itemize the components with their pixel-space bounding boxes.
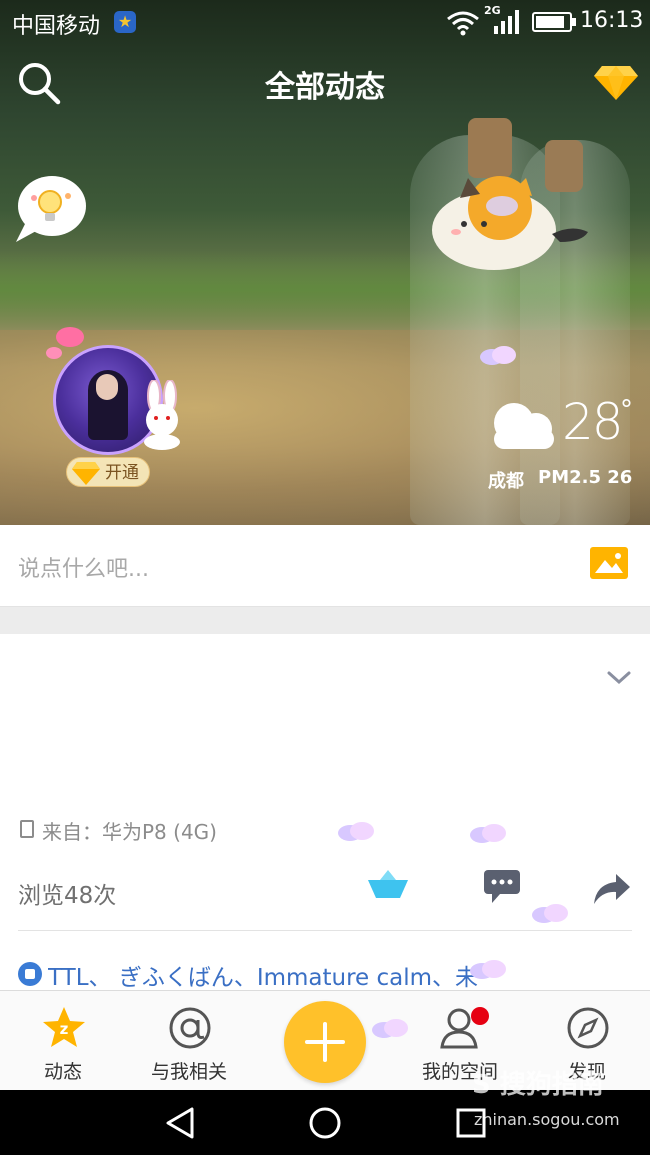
svg-text:z: z bbox=[60, 1020, 69, 1038]
tab-mentions[interactable]: 与我相关 bbox=[134, 991, 244, 1091]
paper-boat-icon[interactable] bbox=[366, 870, 410, 900]
liked-by-list[interactable]: TTL、 ぎふくばん、Immature calm、未 bbox=[48, 958, 638, 992]
at-sign-icon bbox=[169, 1007, 211, 1049]
battery-icon bbox=[532, 12, 576, 32]
diamond-icon bbox=[72, 462, 100, 485]
photo-button[interactable] bbox=[590, 547, 628, 579]
cloud-icon bbox=[494, 403, 554, 449]
cloud-particle-icon bbox=[470, 960, 506, 979]
tab-label: 与我相关 bbox=[150, 1061, 227, 1083]
section-divider bbox=[0, 607, 650, 634]
clock: 16:13 bbox=[580, 8, 644, 33]
home-icon[interactable] bbox=[308, 1106, 342, 1140]
plus-icon bbox=[305, 1022, 345, 1062]
page-title: 全部动态 bbox=[265, 70, 385, 105]
share-button[interactable] bbox=[592, 872, 632, 906]
divider bbox=[18, 930, 632, 931]
cloud-particle-icon bbox=[480, 346, 516, 365]
tab-feed[interactable]: z 动态 bbox=[8, 991, 118, 1091]
cat-sticker-icon[interactable] bbox=[432, 172, 592, 272]
open-vip-button[interactable]: 开通 bbox=[66, 457, 150, 487]
wifi-icon bbox=[447, 11, 479, 36]
compass-icon bbox=[567, 1007, 609, 1049]
share-arrow-icon bbox=[594, 874, 630, 904]
image-icon bbox=[590, 547, 628, 579]
comment-button[interactable] bbox=[484, 870, 520, 904]
cloud-particle-icon bbox=[338, 822, 374, 841]
notification-dot bbox=[471, 1007, 489, 1025]
temperature: 28 bbox=[562, 393, 624, 451]
profile-avatar-area[interactable]: 开通 bbox=[38, 325, 188, 490]
carrier-label: 中国移动 bbox=[12, 14, 101, 39]
chevron-down-icon[interactable] bbox=[606, 668, 632, 688]
bunny-icon bbox=[144, 380, 180, 450]
view-count: 浏览48次 bbox=[18, 883, 117, 909]
lightbulb-bubble-icon[interactable] bbox=[12, 172, 88, 244]
vip-diamond-button[interactable] bbox=[592, 62, 640, 102]
degree-sign: ° bbox=[620, 395, 633, 425]
phone-icon bbox=[20, 820, 34, 838]
status-bar: 中国移动 ★ 2G 16:13 bbox=[0, 0, 650, 46]
compose-input[interactable]: 说点什么吧... bbox=[18, 551, 149, 583]
back-icon[interactable] bbox=[164, 1106, 198, 1140]
thumbs-up-icon bbox=[18, 962, 42, 986]
city-label: 成都 bbox=[488, 471, 524, 492]
pm25-label: PM2.5 26 bbox=[538, 467, 633, 488]
cloud-particle-icon bbox=[372, 1019, 408, 1038]
weather-widget[interactable]: 28 ° 成都 PM2.5 26 bbox=[486, 393, 636, 495]
compose-bar[interactable]: 说点什么吧... bbox=[0, 525, 650, 607]
star-z-icon: z bbox=[43, 1007, 85, 1047]
signal-icon bbox=[494, 10, 519, 34]
open-vip-label: 开通 bbox=[105, 463, 139, 483]
diamond-icon bbox=[594, 66, 638, 100]
star-icon: ★ bbox=[114, 11, 136, 33]
tab-label: 动态 bbox=[43, 1061, 82, 1083]
cloud-particle-icon bbox=[532, 904, 568, 923]
feed-post-card: 来自：华为P8 (4G) 浏览48次 TTL、 ぎふくばん、Immature c… bbox=[0, 634, 650, 992]
watermark-url: zhinan.sogou.com bbox=[474, 1110, 620, 1129]
post-source: 来自：华为P8 (4G) bbox=[42, 820, 217, 844]
watermark-logo: S 搜狗指南 bbox=[472, 1070, 604, 1100]
comment-icon bbox=[484, 870, 520, 903]
app-screen: 中国移动 ★ 2G 16:13 全部动态 开通 28 ° 成都 PM2.5 26… bbox=[0, 0, 650, 1155]
create-post-button[interactable] bbox=[284, 1001, 366, 1083]
cloud-particle-icon bbox=[470, 824, 506, 843]
